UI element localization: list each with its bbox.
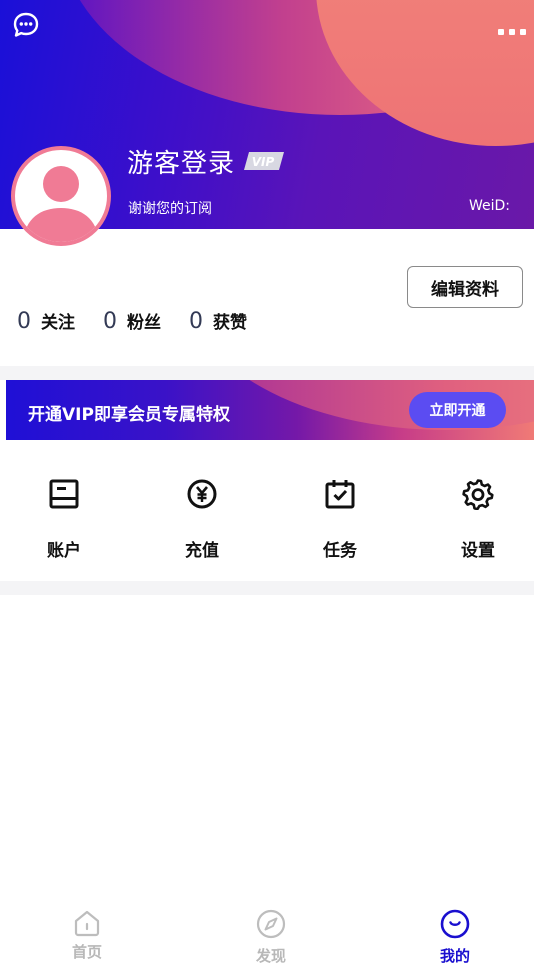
menu-label: 设置 bbox=[461, 541, 495, 561]
tab-home[interactable]: 首页 bbox=[37, 900, 137, 970]
default-user-icon bbox=[23, 166, 99, 242]
menu-label: 账户 bbox=[47, 541, 81, 561]
stat-label: 获赞 bbox=[213, 313, 247, 333]
quick-menu: 账户 充值 任务 设置 bbox=[0, 440, 534, 580]
weid-label: WeiD: bbox=[468, 198, 510, 214]
yen-coin-icon bbox=[187, 479, 217, 509]
gear-icon bbox=[462, 479, 494, 510]
tab-label: 首页 bbox=[71, 943, 102, 961]
calendar-check-icon bbox=[325, 480, 355, 509]
avatar[interactable] bbox=[11, 146, 111, 246]
stat-count: 0 bbox=[17, 309, 31, 334]
stat-following[interactable]: 0 关注 bbox=[17, 308, 75, 334]
menu-item-recharge[interactable]: 充值 bbox=[152, 440, 252, 580]
profile-stats: 0 关注 0 粉丝 0 获赞 bbox=[17, 308, 275, 334]
vip-banner-text: 开通VIP即享会员专属特权 bbox=[28, 405, 230, 425]
edit-profile-button[interactable]: 编辑资料 bbox=[407, 266, 523, 308]
menu-label: 任务 bbox=[323, 541, 357, 561]
home-icon bbox=[74, 910, 100, 937]
menu-label: 充值 bbox=[185, 541, 219, 561]
tab-mine[interactable]: 我的 bbox=[405, 900, 505, 970]
menu-item-settings[interactable]: 设置 bbox=[428, 440, 528, 580]
stat-likes[interactable]: 0 获赞 bbox=[189, 308, 247, 334]
username[interactable]: 游客登录 bbox=[127, 143, 235, 180]
menu-item-account[interactable]: 账户 bbox=[14, 440, 114, 580]
open-vip-button[interactable]: 立即开通 bbox=[409, 392, 506, 428]
section-divider bbox=[0, 366, 534, 380]
stat-count: 0 bbox=[103, 309, 117, 334]
tab-label: 我的 bbox=[439, 947, 470, 965]
compass-icon bbox=[256, 909, 286, 939]
svg-text:VIP: VIP bbox=[252, 155, 275, 169]
stat-label: 粉丝 bbox=[127, 313, 161, 333]
account-card-icon bbox=[49, 479, 79, 509]
stat-label: 关注 bbox=[41, 313, 75, 333]
vip-badge-icon: VIP bbox=[244, 152, 284, 170]
profile-page: 游客登录 VIP 谢谢您的订阅 WeiD: 编辑资料 0 关注 0 粉丝 0 获… bbox=[0, 0, 534, 970]
more-dots-icon[interactable] bbox=[498, 20, 532, 35]
tab-label: 发现 bbox=[255, 947, 286, 965]
subscription-note: 谢谢您的订阅 bbox=[128, 201, 212, 217]
stat-count: 0 bbox=[189, 309, 203, 334]
stat-followers[interactable]: 0 粉丝 bbox=[103, 308, 161, 334]
bottom-tab-bar: 首页 发现 我的 bbox=[0, 900, 534, 970]
profile-face-icon bbox=[440, 909, 470, 939]
vip-banner[interactable]: 开通VIP即享会员专属特权 立即开通 bbox=[6, 380, 534, 440]
section-divider bbox=[0, 581, 534, 595]
menu-item-tasks[interactable]: 任务 bbox=[290, 440, 390, 580]
chat-bubble-icon[interactable] bbox=[12, 11, 40, 39]
tab-discover[interactable]: 发现 bbox=[221, 900, 321, 970]
